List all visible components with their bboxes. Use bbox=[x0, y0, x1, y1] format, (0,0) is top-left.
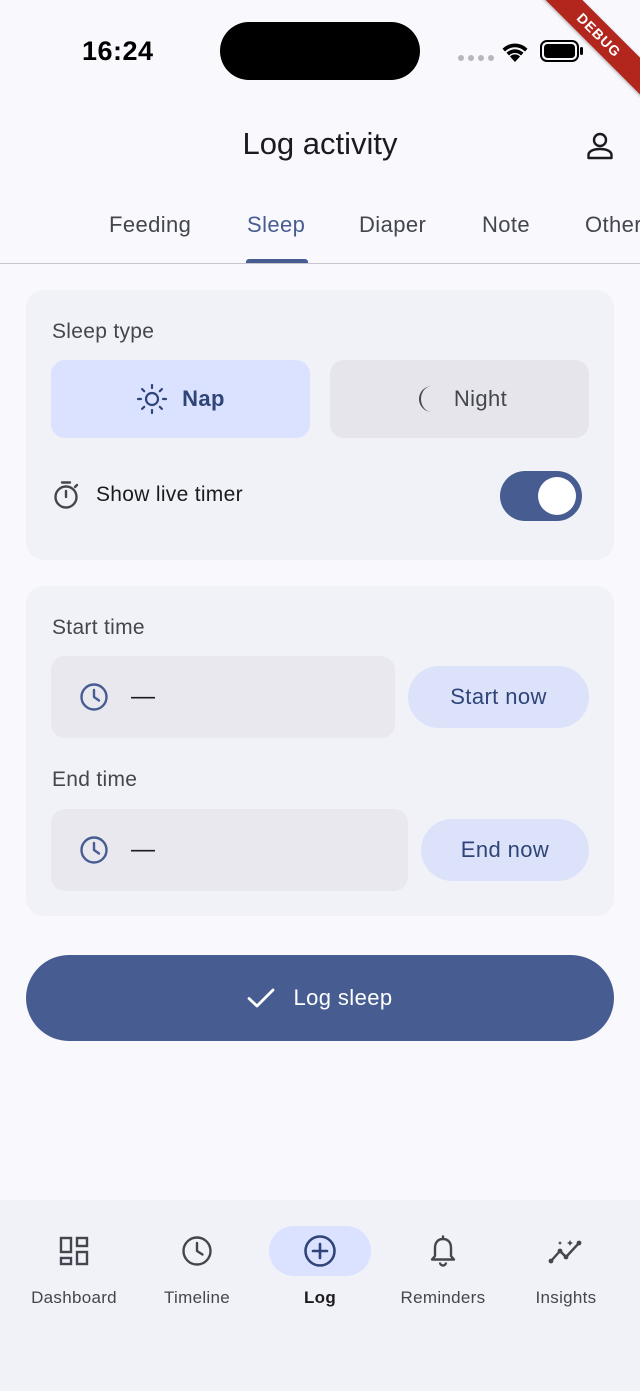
dynamic-island bbox=[220, 22, 420, 80]
tab-other[interactable]: Other bbox=[585, 212, 640, 238]
tab-diaper[interactable]: Diaper bbox=[359, 212, 426, 238]
person-icon bbox=[587, 132, 613, 160]
moon-icon bbox=[418, 386, 432, 412]
nav-icon-container bbox=[23, 1226, 125, 1276]
log-sleep-button[interactable]: Log sleep bbox=[26, 955, 614, 1041]
end-time-field[interactable]: — bbox=[51, 809, 408, 891]
battery-icon bbox=[540, 40, 583, 62]
start-time-field[interactable]: — bbox=[51, 656, 395, 738]
end-time-label: End time bbox=[52, 768, 138, 791]
nap-option-button[interactable]: Nap bbox=[51, 360, 310, 438]
clock-icon bbox=[80, 836, 108, 864]
nav-reminders[interactable]: Reminders bbox=[379, 1226, 507, 1308]
status-bar: 16:24 DEBUG bbox=[0, 0, 640, 100]
nav-timeline-label: Timeline bbox=[163, 1288, 230, 1307]
cellular-signal-icon bbox=[458, 55, 494, 61]
activity-tabs: Feeding Sleep Diaper Note Other bbox=[0, 190, 640, 264]
bottom-navigation: Dashboard Timeline Log Reminders Insight… bbox=[0, 1200, 640, 1391]
nap-option-label: Nap bbox=[182, 386, 225, 411]
tab-note[interactable]: Note bbox=[482, 212, 530, 238]
add-circle-icon bbox=[304, 1235, 336, 1267]
nav-icon-container bbox=[146, 1226, 248, 1276]
insights-icon bbox=[548, 1240, 582, 1264]
live-timer-row: Show live timer bbox=[52, 480, 243, 510]
nav-dashboard-label: Dashboard bbox=[31, 1288, 117, 1307]
night-option-button[interactable]: Night bbox=[330, 360, 589, 438]
live-timer-switch[interactable] bbox=[500, 471, 582, 521]
nav-icon-container bbox=[515, 1226, 617, 1276]
app-bar: Log activity bbox=[0, 110, 640, 180]
tab-sleep[interactable]: Sleep bbox=[247, 212, 305, 238]
clock-icon bbox=[80, 683, 108, 711]
times-card: Start time — Start now End time — End no… bbox=[26, 586, 614, 916]
nav-reminders-label: Reminders bbox=[400, 1288, 486, 1307]
clock-icon bbox=[182, 1236, 212, 1266]
switch-knob bbox=[538, 477, 576, 515]
sleep-type-label: Sleep type bbox=[52, 320, 155, 343]
page-title: Log activity bbox=[242, 126, 398, 161]
stopwatch-icon bbox=[54, 481, 79, 509]
nav-dashboard[interactable]: Dashboard bbox=[10, 1226, 138, 1308]
nav-log[interactable]: Log bbox=[256, 1226, 384, 1308]
start-now-button[interactable]: Start now bbox=[408, 666, 589, 728]
start-time-value: — bbox=[131, 683, 155, 710]
nav-icon-container bbox=[392, 1226, 494, 1276]
check-icon bbox=[248, 988, 275, 1008]
sun-icon bbox=[137, 383, 168, 415]
profile-button[interactable] bbox=[578, 124, 622, 168]
live-timer-label: Show live timer bbox=[96, 483, 243, 506]
nav-insights-label: Insights bbox=[535, 1288, 597, 1307]
end-now-button[interactable]: End now bbox=[421, 819, 589, 881]
dashboard-icon bbox=[59, 1236, 89, 1266]
night-option-label: Night bbox=[453, 386, 508, 411]
start-time-label: Start time bbox=[52, 616, 145, 639]
sleep-type-card: Sleep type Nap Night Show live timer bbox=[26, 290, 614, 560]
nav-timeline[interactable]: Timeline bbox=[133, 1226, 261, 1308]
log-sleep-label: Log sleep bbox=[293, 985, 393, 1010]
tab-indicator bbox=[246, 259, 308, 263]
wifi-icon bbox=[502, 43, 528, 62]
end-time-value: — bbox=[131, 836, 155, 863]
nav-log-label: Log bbox=[303, 1288, 337, 1307]
nav-icon-container bbox=[269, 1226, 371, 1276]
nav-insights[interactable]: Insights bbox=[502, 1226, 630, 1308]
status-time: 16:24 bbox=[82, 36, 154, 66]
tab-feeding[interactable]: Feeding bbox=[109, 212, 191, 238]
bell-icon bbox=[430, 1235, 456, 1267]
